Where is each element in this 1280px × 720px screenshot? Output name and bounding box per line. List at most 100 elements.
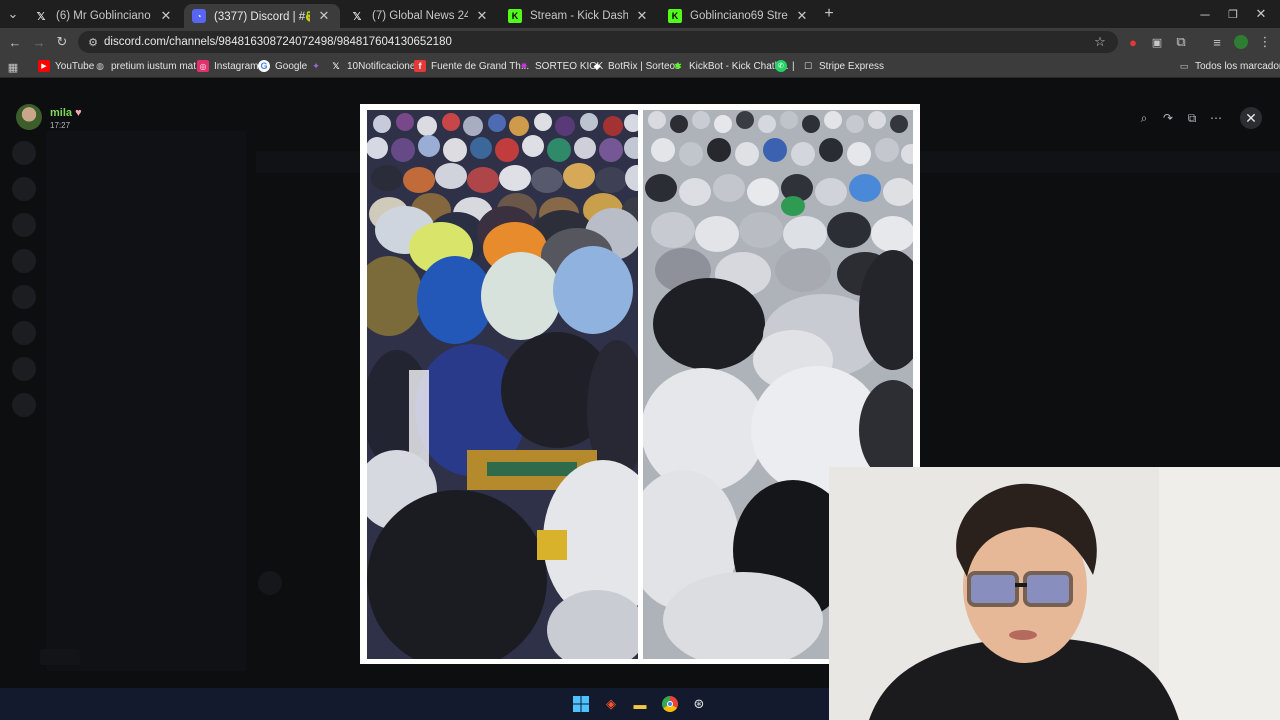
user-panel-dimmed [40, 649, 80, 665]
bookmark-stripe[interactable]: ☐ Stripe Express [802, 60, 884, 72]
bookmark-label: 10Notificaciones [347, 60, 421, 72]
bookmark-puzzle[interactable]: ✦ [310, 60, 327, 72]
bookmark-google[interactable]: G Google [258, 60, 307, 72]
bookmark-label: Todos los marcadores [1195, 60, 1280, 72]
bookmark-label: pretium iustum mat... [111, 60, 205, 72]
botrix-icon: ◆ [593, 60, 601, 71]
bookmark-pretium[interactable]: ◍ pretium iustum mat... [94, 60, 204, 72]
tab-search-icon[interactable]: ⌄ [4, 5, 22, 23]
kick-icon: K [668, 9, 682, 23]
extension-id-icon[interactable]: ▣ [1148, 33, 1166, 51]
discord-icon: ◔ [192, 9, 206, 23]
whatsapp-icon: ✆ [775, 60, 787, 72]
browser-menu-icon[interactable]: ⋮ [1256, 33, 1274, 51]
chrome-icon[interactable] [661, 695, 679, 713]
bookmark-star-icon[interactable]: ☆ [1091, 33, 1109, 51]
bookmark-label: Fuente de Grand Th... [431, 60, 530, 72]
f-icon: f [414, 60, 426, 72]
bookmark-10notificaciones[interactable]: 𝕏 10Notificaciones [330, 60, 420, 72]
window-close-icon[interactable]: ✕ [1252, 5, 1270, 23]
message-avatar-dimmed [258, 571, 282, 595]
back-icon[interactable]: ← [6, 33, 24, 51]
badge-icon: ♥ [75, 107, 82, 119]
uploader-name-text: mila [50, 107, 73, 119]
tab-title: Stream - Kick Dashboard [530, 10, 628, 22]
tab-title: (3377) Discord | #🐸memes | [214, 11, 310, 23]
avatar [16, 104, 42, 130]
x-icon: 𝕏 [332, 60, 340, 71]
forward-share-icon[interactable]: ↷ [1158, 108, 1178, 128]
close-lightbox-button[interactable]: ✕ [1240, 107, 1262, 129]
tab-title: (6) Mr Goblinciano (@MGoblinc [56, 10, 152, 22]
tab-close-icon[interactable]: ✕ [474, 8, 490, 24]
tab-title: Goblinciano69 Stream - Watch [690, 10, 788, 22]
app-notification-icon[interactable]: ⊛ [690, 695, 708, 713]
tab-close-icon[interactable]: ✕ [158, 8, 174, 24]
bookmark-label: YouTube [55, 60, 95, 72]
profile-avatar-icon[interactable] [1232, 33, 1250, 51]
bookmark-label: BotRix | Sorteos [608, 60, 681, 72]
windows-logo-shape [573, 696, 589, 712]
bookmark-label: Stripe Express [819, 60, 885, 72]
tab-global-news[interactable]: 𝕏 (7) Global News 24 en X: "ᴘᴇ El ✕ [342, 4, 498, 28]
uploader-name[interactable]: mila ♥ [50, 107, 82, 119]
bookmark-whatsapp[interactable]: ✆ | [775, 60, 795, 72]
bookmark-botrix[interactable]: ◆ BotRix | Sorteos [591, 60, 681, 72]
bookmark-label: KickBot - Kick Chatb... [689, 60, 789, 72]
channel-sidebar-dimmed [46, 131, 246, 671]
youtube-icon: ▶ [38, 60, 50, 72]
server-icon [12, 357, 36, 381]
stripe-icon: ☐ [803, 60, 813, 71]
media-control-icon[interactable]: ≡ [1208, 33, 1226, 51]
brave-icon[interactable]: ◈ [602, 695, 620, 713]
server-icon [12, 393, 36, 417]
close-icon: ✕ [1245, 109, 1257, 126]
forward-icon[interactable]: → [30, 33, 48, 51]
reload-icon[interactable]: ↻ [53, 33, 71, 51]
bookmark-label: Instagram [214, 60, 259, 72]
bookmark-kickbot[interactable]: ✱ KickBot - Kick Chatb... [672, 60, 788, 72]
puzzle-icon: ✦ [312, 60, 320, 71]
tab-close-icon[interactable]: ✕ [794, 8, 810, 24]
prayer-crowd-illustration [367, 110, 638, 659]
url-text: discord.com/channels/984816308724072498/… [104, 36, 452, 48]
server-icon [12, 285, 36, 309]
server-icon [12, 177, 36, 201]
site-info-icon[interactable]: ⚙ [84, 33, 102, 51]
meme-image-left-prayer-crowd [367, 110, 638, 659]
server-icon [12, 321, 36, 345]
file-explorer-icon[interactable]: ▬ [631, 695, 649, 713]
server-icon [12, 141, 36, 165]
all-bookmarks-folder[interactable]: ▭ Todos los marcadores [1178, 60, 1280, 72]
restore-icon[interactable]: ❐ [1224, 5, 1242, 23]
bookmark-youtube[interactable]: ▶ YouTube [38, 60, 94, 72]
folder-icon: ▭ [1179, 60, 1189, 71]
open-external-icon[interactable]: ⧉ [1182, 108, 1202, 128]
bookmark-grand-theft[interactable]: f Fuente de Grand Th... [414, 60, 529, 72]
tab-strip: ⌄ 𝕏 (6) Mr Goblinciano (@MGoblinc ✕ ◔ (3… [0, 0, 1280, 28]
tab-kick-dashboard[interactable]: K Stream - Kick Dashboard ✕ [500, 4, 658, 28]
sorteo-icon: ✸ [520, 60, 528, 71]
more-options-icon[interactable]: ⋯ [1206, 108, 1226, 128]
server-icon [12, 249, 36, 273]
tab-goblinciano-stream[interactable]: K Goblinciano69 Stream - Watch ✕ [660, 4, 818, 28]
kick-icon: K [508, 9, 522, 23]
x-icon: 𝕏 [352, 10, 362, 23]
zoom-icon[interactable]: ⌕ [1134, 108, 1154, 128]
tab-close-icon[interactable]: ✕ [634, 8, 650, 24]
new-tab-icon[interactable]: + [820, 5, 838, 23]
google-icon: G [258, 60, 270, 72]
bookmark-label: | [792, 60, 795, 72]
server-icon [12, 213, 36, 237]
webcam-overlay [829, 467, 1280, 720]
bookmark-instagram[interactable]: ◎ Instagram [197, 60, 258, 72]
extensions-puzzle-icon[interactable]: ⧉ [1172, 33, 1190, 51]
minimize-icon[interactable]: ─ [1196, 5, 1214, 23]
apps-grid-icon[interactable]: ▦ [4, 58, 22, 76]
tab-mr-goblinciano[interactable]: 𝕏 (6) Mr Goblinciano (@MGoblinc ✕ [26, 4, 182, 28]
windows-start-icon[interactable] [572, 695, 590, 713]
tab-close-icon[interactable]: ✕ [316, 8, 332, 24]
extension-record-icon[interactable]: ● [1124, 33, 1142, 51]
tab-discord[interactable]: ◔ (3377) Discord | #🐸memes | ✕ [184, 4, 340, 28]
tab-title: (7) Global News 24 en X: "ᴘᴇ El [372, 10, 468, 22]
